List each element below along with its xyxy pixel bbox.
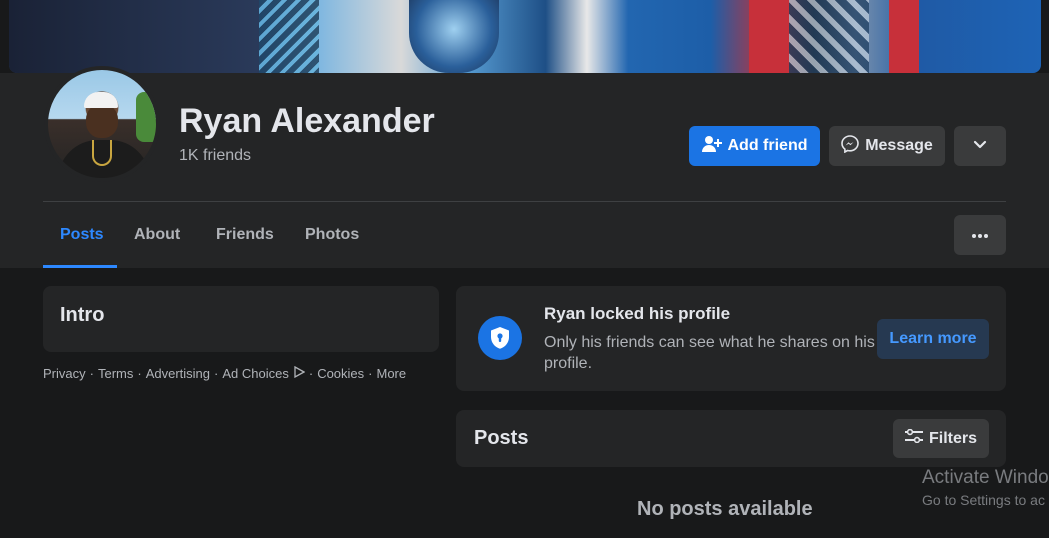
activate-windows-subtext: Go to Settings to ac — [922, 492, 1045, 508]
cover-photo[interactable] — [9, 0, 1041, 73]
footer-link-ad-choices[interactable]: Ad Choices — [222, 366, 288, 381]
cover-photo-segment — [889, 0, 919, 73]
friends-count[interactable]: 1K friends — [179, 147, 251, 165]
message-label: Message — [865, 137, 933, 154]
cover-photo-segment — [789, 0, 869, 73]
footer-link-cookies[interactable]: Cookies — [317, 366, 364, 381]
avatar-face — [86, 104, 118, 138]
footer-separator: · — [214, 366, 219, 381]
locked-profile-title: Ryan locked his profile — [544, 304, 731, 323]
footer-link-terms[interactable]: Terms — [98, 366, 133, 381]
footer-link-advertising[interactable]: Advertising — [146, 366, 210, 381]
tab-about[interactable]: About — [134, 226, 180, 244]
add-friend-label: Add friend — [727, 137, 808, 154]
more-options-button[interactable] — [954, 215, 1006, 255]
more-dots-icon — [971, 226, 989, 244]
learn-more-button[interactable]: Learn more — [877, 319, 989, 359]
filter-icon — [904, 428, 923, 448]
footer-link-privacy[interactable]: Privacy — [43, 366, 86, 381]
cover-photo-segment — [749, 0, 789, 73]
footer-separator: · — [308, 366, 314, 381]
footer-separator: · — [137, 366, 142, 381]
filters-label: Filters — [928, 429, 977, 447]
intro-title: Intro — [60, 304, 105, 326]
tab-friends[interactable]: Friends — [216, 226, 274, 244]
posts-title: Posts — [474, 427, 529, 449]
avatar-cap — [84, 92, 118, 108]
footer-separator: · — [89, 366, 94, 381]
tab-posts[interactable]: Posts — [60, 226, 104, 244]
shield-lock-icon — [478, 316, 522, 360]
footer-links: Privacy · Terms · Advertising · Ad Choic… — [43, 365, 407, 381]
posts-header-card: Posts Filters — [456, 410, 1006, 467]
filters-button[interactable]: Filters — [893, 419, 989, 458]
header-divider — [43, 201, 1006, 202]
cover-photo-segment — [259, 0, 319, 73]
empty-posts-message: No posts available — [637, 498, 813, 520]
cover-photo-segment — [9, 0, 259, 73]
tab-photos[interactable]: Photos — [305, 226, 359, 244]
activate-windows-watermark: Activate Windo — [922, 467, 1049, 488]
cover-photo-segment — [409, 0, 499, 73]
footer-separator: · — [368, 366, 373, 381]
locked-profile-card: Ryan locked his profile Only his friends… — [456, 286, 1006, 391]
add-friend-icon — [701, 135, 722, 158]
locked-profile-description: Only his friends can see what he shares … — [544, 334, 875, 372]
intro-card: Intro — [43, 286, 439, 352]
profile-options-button[interactable] — [954, 126, 1006, 166]
avatar-chain — [92, 140, 112, 166]
avatar[interactable] — [44, 66, 160, 182]
footer-link-more[interactable]: More — [377, 366, 407, 381]
messenger-icon — [841, 134, 860, 158]
chevron-down-icon — [973, 137, 987, 155]
profile-name: Ryan Alexander — [179, 102, 435, 140]
message-button[interactable]: Message — [829, 126, 945, 166]
ad-choices-icon — [293, 365, 306, 381]
active-tab-indicator — [43, 265, 117, 268]
add-friend-button[interactable]: Add friend — [689, 126, 820, 166]
